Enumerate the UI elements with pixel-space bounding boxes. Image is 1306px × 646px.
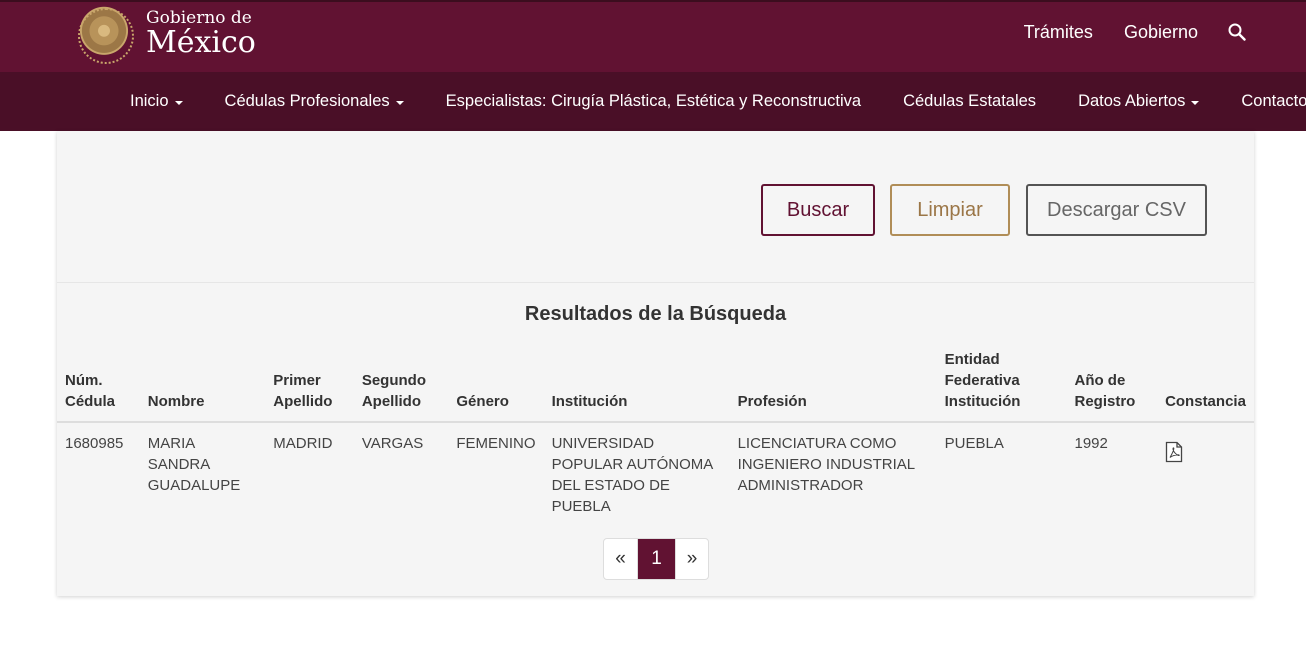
cell-nombre: MARIA SANDRA GUADALUPE: [147, 435, 241, 494]
caret-down-icon: [395, 100, 404, 105]
pdf-icon[interactable]: [1165, 441, 1183, 469]
cell-anio: 1992: [1074, 435, 1108, 452]
buscar-button[interactable]: Buscar: [761, 184, 875, 236]
pagination: « 1 »: [603, 538, 709, 580]
subnav-inicio[interactable]: Inicio: [130, 92, 183, 111]
pagination-prev[interactable]: «: [604, 539, 638, 579]
caret-down-icon: [174, 100, 183, 105]
nav-tramites[interactable]: Trámites: [1024, 22, 1093, 43]
pagination-next[interactable]: »: [675, 539, 708, 579]
results-title: Resultados de la Búsqueda: [524, 303, 787, 325]
col-institucion: Institución: [543, 349, 730, 423]
subnav-cedulas-estatales[interactable]: Cédulas Estatales: [903, 92, 1036, 111]
subnav-datos-abiertos[interactable]: Datos Abiertos: [1078, 92, 1200, 111]
logo-big-text: México: [146, 25, 256, 60]
cell-constancia: [1157, 422, 1254, 517]
col-nombre: Nombre: [139, 349, 266, 423]
col-entidad: Entidad Federativa Institución: [936, 349, 1067, 423]
col-anio: Año de Registro: [1066, 349, 1158, 423]
cell-profesion: LICENCIATURA COMO INGENIERO INDUSTRIAL A…: [737, 435, 915, 494]
subnav-estatales-label: Cédulas Estatales: [903, 92, 1037, 110]
col-cedula: Núm. Cédula: [57, 349, 140, 423]
col-segundo-apellido: Segundo Apellido: [353, 349, 449, 423]
subnav-contacto[interactable]: Contacto: [1241, 92, 1306, 111]
logo-text: Gobierno de México: [146, 10, 256, 58]
limpiar-button[interactable]: Limpiar: [890, 184, 1010, 236]
col-constancia: Constancia: [1157, 349, 1254, 423]
subnav-especialistas[interactable]: Especialistas: Cirugía Plástica, Estétic…: [446, 92, 861, 111]
table-row: 1680985 MARIA SANDRA GUADALUPE MADRID VA…: [57, 422, 1254, 517]
subnav-inicio-label: Inicio: [130, 92, 169, 110]
col-primer-apellido: Primer Apellido: [265, 349, 354, 423]
cell-institucion: UNIVERSIDAD POPULAR AUTÓNOMA DEL ESTADO …: [551, 435, 713, 515]
cell-segundo-apellido: VARGAS: [361, 435, 424, 452]
descargar-csv-button[interactable]: Descargar CSV: [1026, 184, 1207, 236]
subnav-especialistas-label: Especialistas: Cirugía Plástica, Estétic…: [445, 92, 862, 110]
subnav-cedulas-label: Cédulas Profesionales: [224, 92, 390, 110]
top-header: Gobierno de México Trámites Gobierno: [0, 0, 1306, 72]
cell-entidad: PUEBLA: [944, 435, 1004, 452]
cell-primer-apellido: MADRID: [273, 435, 333, 452]
col-profesion: Profesión: [729, 349, 937, 423]
nav-gobierno[interactable]: Gobierno: [1124, 22, 1198, 43]
cell-genero: FEMENINO: [456, 435, 536, 452]
cell-cedula: 1680985: [65, 435, 124, 452]
col-genero: Género: [448, 349, 544, 423]
caret-down-icon: [1191, 100, 1200, 105]
subnav-cedulas-profesionales[interactable]: Cédulas Profesionales: [225, 92, 404, 111]
subnav-contacto-label: Contacto: [1241, 92, 1306, 110]
actions-area: Buscar Limpiar Descargar CSV: [57, 131, 1254, 283]
gobierno-logo[interactable]: Gobierno de México: [72, 2, 256, 66]
search-icon[interactable]: [1228, 23, 1248, 43]
national-seal-icon: [72, 2, 136, 66]
sub-nav: Inicio Cédulas Profesionales Especialist…: [0, 72, 1306, 131]
results-table: Núm. Cédula Nombre Primer Apellido Segun…: [57, 349, 1254, 517]
results-panel: Buscar Limpiar Descargar CSV Resultados …: [57, 131, 1254, 596]
table-header-row: Núm. Cédula Nombre Primer Apellido Segun…: [57, 349, 1254, 423]
top-nav: Trámites Gobierno: [993, 22, 1248, 43]
pagination-page-1[interactable]: 1: [638, 539, 675, 579]
subnav-datos-label: Datos Abiertos: [1078, 92, 1186, 110]
